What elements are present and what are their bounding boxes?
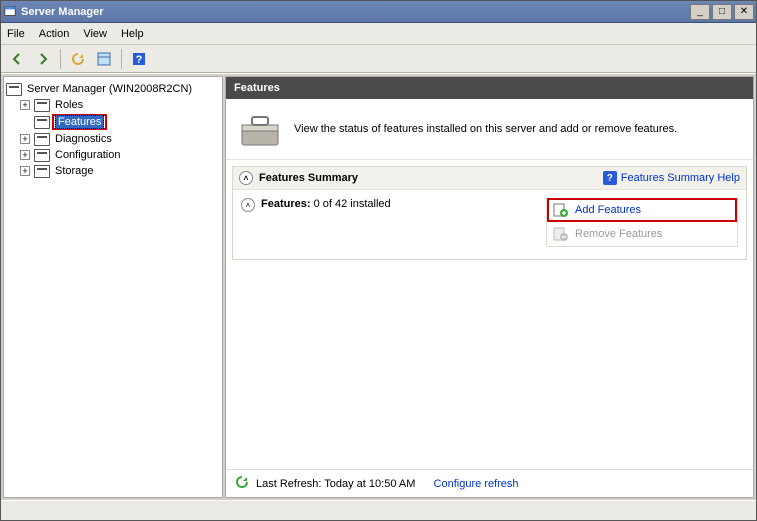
- feature-banner: View the status of features installed on…: [226, 99, 753, 160]
- features-icon: [34, 116, 50, 129]
- refresh-button[interactable]: [66, 48, 90, 70]
- tree-root[interactable]: Server Manager (WIN2008R2CN): [6, 81, 220, 97]
- tree-storage[interactable]: + Storage: [20, 163, 220, 179]
- summary-help-link[interactable]: ? Features Summary Help: [603, 171, 740, 185]
- back-button[interactable]: [5, 48, 29, 70]
- last-refresh-text: Last Refresh: Today at 10:50 AM: [256, 478, 415, 490]
- toolbox-icon: [238, 109, 282, 149]
- features-label: Features:: [261, 198, 311, 210]
- tree-features-label: Features: [55, 115, 104, 129]
- add-features-link[interactable]: Add Features: [547, 198, 737, 222]
- tree-storage-label: Storage: [52, 164, 97, 178]
- menu-help[interactable]: Help: [121, 28, 144, 40]
- help-button[interactable]: ?: [127, 48, 151, 70]
- configure-refresh-link[interactable]: Configure refresh: [434, 478, 519, 490]
- properties-button[interactable]: [92, 48, 116, 70]
- tree-diagnostics-label: Diagnostics: [52, 132, 115, 146]
- status-gap: [421, 478, 427, 490]
- menu-file[interactable]: File: [7, 28, 25, 40]
- app-icon: [3, 5, 17, 19]
- expand-icon[interactable]: +: [20, 134, 30, 144]
- help-icon: ?: [603, 171, 617, 185]
- roles-icon: [34, 99, 50, 112]
- close-button[interactable]: ✕: [734, 4, 754, 20]
- menu-view[interactable]: View: [83, 28, 107, 40]
- tree-configuration[interactable]: + Configuration: [20, 147, 220, 163]
- banner-text: View the status of features installed on…: [294, 123, 741, 135]
- tree-view[interactable]: Server Manager (WIN2008R2CN) + Roles Fea…: [3, 76, 223, 498]
- svg-text:?: ?: [136, 54, 143, 66]
- expand-icon[interactable]: +: [20, 166, 30, 176]
- pane-header: Features: [226, 77, 753, 99]
- toolbar: ?: [1, 45, 756, 73]
- forward-button[interactable]: [31, 48, 55, 70]
- toolbar-separator: [60, 49, 61, 69]
- tree-diagnostics[interactable]: + Diagnostics: [20, 131, 220, 147]
- tree-features[interactable]: Features: [20, 113, 220, 131]
- remove-features-label: Remove Features: [575, 228, 662, 240]
- diagnostics-icon: [34, 133, 50, 146]
- tree-features-highlight: Features: [52, 114, 107, 130]
- configuration-icon: [34, 149, 50, 162]
- tree-root-label: Server Manager (WIN2008R2CN): [24, 82, 195, 96]
- add-icon: [553, 202, 569, 218]
- menu-bar: File Action View Help: [1, 23, 756, 45]
- summary-help-label: Features Summary Help: [621, 172, 740, 184]
- refresh-icon: [234, 474, 250, 493]
- details-pane: Features View the status of features ins…: [225, 76, 754, 498]
- main-area: Server Manager (WIN2008R2CN) + Roles Fea…: [1, 73, 756, 500]
- maximize-button[interactable]: □: [712, 4, 732, 20]
- window-footer: [1, 500, 756, 520]
- minimize-button[interactable]: _: [690, 4, 710, 20]
- window-title: Server Manager: [21, 6, 104, 18]
- collapse-icon[interactable]: ˄: [239, 171, 253, 185]
- expand-icon[interactable]: +: [20, 100, 30, 110]
- storage-icon: [34, 165, 50, 178]
- features-summary-section: ˄ Features Summary ? Features Summary He…: [232, 166, 747, 260]
- add-features-label: Add Features: [575, 204, 641, 216]
- menu-action[interactable]: Action: [39, 28, 70, 40]
- titlebar: Server Manager _ □ ✕: [1, 1, 756, 23]
- server-icon: [6, 83, 22, 96]
- toolbar-separator: [121, 49, 122, 69]
- features-status: 0 of 42 installed: [314, 198, 391, 210]
- tree-configuration-label: Configuration: [52, 148, 123, 162]
- summary-title: Features Summary: [259, 172, 358, 184]
- tree-roles-label: Roles: [52, 98, 86, 112]
- remove-features-link: Remove Features: [547, 222, 737, 246]
- status-bar: Last Refresh: Today at 10:50 AM Configur…: [226, 469, 753, 497]
- tree-roles[interactable]: + Roles: [20, 97, 220, 113]
- collapse-icon[interactable]: ˄: [241, 198, 255, 212]
- remove-icon: [553, 226, 569, 242]
- expand-icon[interactable]: +: [20, 150, 30, 160]
